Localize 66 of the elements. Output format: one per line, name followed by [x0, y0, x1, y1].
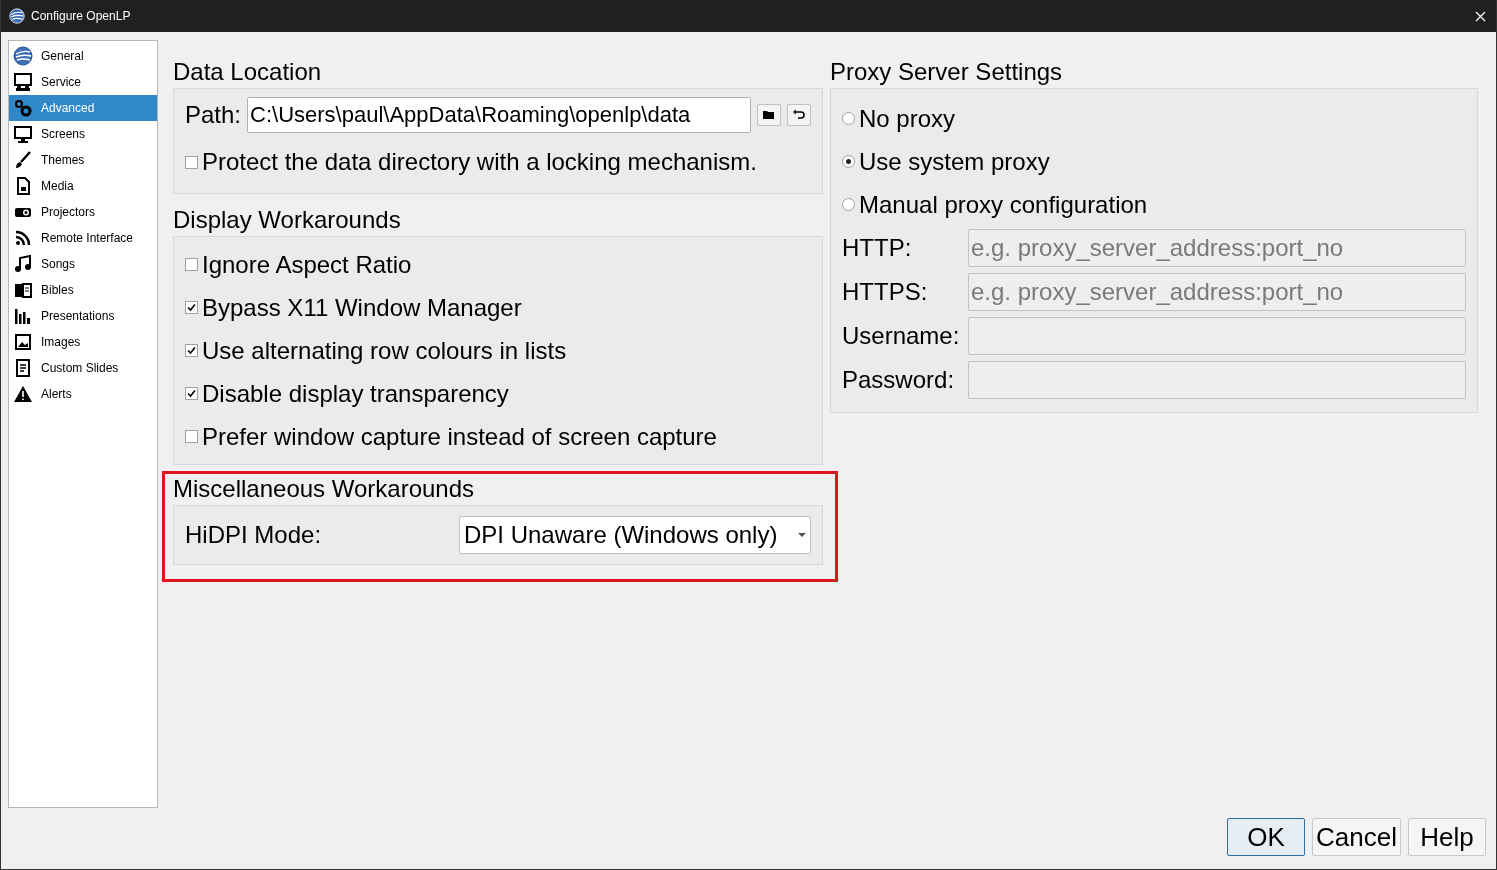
- hidpi-dropdown[interactable]: DPI Unaware (Windows only): [459, 516, 811, 554]
- checkbox-label: Bypass X11 Window Manager: [202, 293, 522, 322]
- book-icon: [13, 280, 33, 300]
- folder-button[interactable]: [757, 104, 782, 126]
- monitor-people-icon: [13, 72, 33, 92]
- dialog-button[interactable]: Cancel: [1312, 818, 1401, 856]
- radio-label: Manual proxy configuration: [859, 190, 1148, 219]
- checkbox[interactable]: [185, 155, 198, 169]
- sidebar-item[interactable]: Media: [9, 173, 157, 199]
- radio-button[interactable]: [842, 155, 855, 168]
- field-label: Password:: [842, 366, 956, 394]
- field-label: Username:: [842, 322, 961, 350]
- image-icon: [13, 332, 33, 352]
- folder-icon: [762, 109, 777, 121]
- sidebar-item[interactable]: Remote Interface: [9, 225, 157, 251]
- window-title: Configure OpenLP: [31, 9, 132, 23]
- sidebar-item[interactable]: Projectors: [9, 199, 157, 225]
- brush-icon: [13, 150, 33, 170]
- checkbox[interactable]: [185, 344, 198, 357]
- sidebar-item[interactable]: Custom Slides: [9, 355, 157, 381]
- field-label: HTTPS:: [842, 278, 929, 306]
- caret-icon: [798, 533, 806, 537]
- warning-icon: [13, 384, 33, 404]
- checkbox-label: Disable display transparency: [202, 379, 509, 408]
- sidebar-item[interactable]: Bibles: [9, 277, 157, 303]
- monitor-icon: [13, 124, 33, 144]
- field-label: HiDPI Mode:: [185, 521, 322, 549]
- sidebar-item[interactable]: Songs: [9, 251, 157, 277]
- field-label: Path:: [185, 101, 242, 129]
- checkbox[interactable]: [185, 430, 198, 443]
- bar-chart-icon: [13, 306, 33, 326]
- sidebar-item[interactable]: Advanced: [9, 95, 157, 121]
- field-label: HTTP:: [842, 234, 913, 262]
- radio-button[interactable]: [842, 112, 855, 125]
- checkbox[interactable]: [185, 258, 198, 271]
- checkbox-label: Ignore Aspect Ratio: [202, 250, 412, 279]
- sidebar-item[interactable]: Service: [9, 69, 157, 95]
- dialog-button[interactable]: OK: [1227, 818, 1306, 856]
- music-note-icon: [13, 254, 33, 274]
- checkbox[interactable]: [185, 301, 198, 314]
- section-heading: Display Workarounds: [173, 205, 402, 235]
- undo-icon: [792, 109, 807, 121]
- app-logo-icon: [9, 8, 25, 24]
- path-field[interactable]: C:\Users\paul\AppData\Roaming\openlp\data: [247, 97, 752, 133]
- checkbox[interactable]: [185, 387, 198, 400]
- sidebar-item[interactable]: Themes: [9, 147, 157, 173]
- sidebar-item[interactable]: Alerts: [9, 381, 157, 407]
- sidebar-item[interactable]: Presentations: [9, 303, 157, 329]
- checkbox-label: Prefer window capture instead of screen capture: [202, 422, 717, 451]
- section-heading: Data Location: [173, 57, 323, 87]
- undo-button[interactable]: [787, 104, 811, 126]
- radio-button[interactable]: [842, 198, 855, 211]
- section-heading: Miscellaneous Workarounds: [173, 474, 476, 504]
- sidebar-item[interactable]: General: [9, 43, 157, 69]
- checkbox-label: Protect the data directory with a locking mechanism.: [202, 148, 757, 176]
- radio-label: Use system proxy: [859, 147, 1050, 176]
- sidebar-item[interactable]: Screens: [9, 121, 157, 147]
- gears-icon: [13, 98, 33, 118]
- rss-icon: [13, 228, 33, 248]
- checkbox-label: Use alternating row colours in lists: [202, 336, 567, 365]
- text-page-icon: [13, 358, 33, 378]
- radio-label: No proxy: [859, 104, 956, 133]
- dialog-button[interactable]: Help: [1408, 818, 1486, 856]
- globe-icon: [13, 46, 33, 66]
- sidebar-item[interactable]: Images: [9, 329, 157, 355]
- section-heading: Proxy Server Settings: [830, 57, 1064, 87]
